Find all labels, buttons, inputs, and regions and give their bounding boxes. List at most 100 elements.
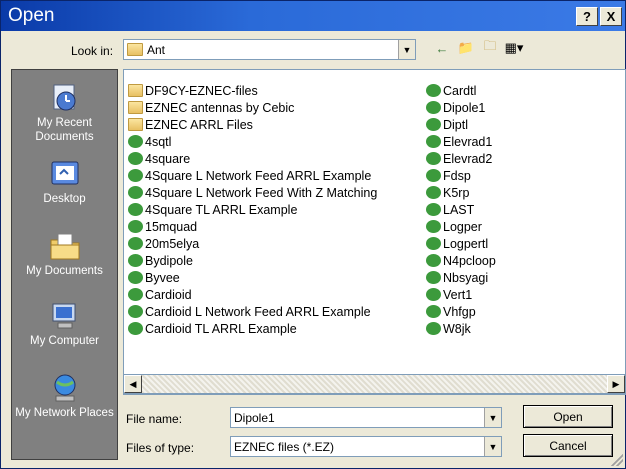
list-item[interactable]: Cardioid TL ARRL Example [128,320,377,337]
eznec-file-icon [128,254,143,267]
eznec-file-icon [426,237,441,250]
eznec-file-icon [128,322,143,335]
list-item[interactable]: Vert1 [426,286,496,303]
list-item[interactable]: EZNEC ARRL Files [128,116,377,133]
file-list[interactable]: DF9CY-EZNEC-files EZNEC antennas by Cebi… [123,69,626,395]
list-item[interactable]: LAST [426,201,496,218]
list-item[interactable]: Fdsp [426,167,496,184]
file-name: Elevrad2 [443,151,493,166]
file-name: K5rp [443,185,470,200]
list-item[interactable]: 4square [128,150,377,167]
file-name: Nbsyagi [443,270,489,285]
place-network-places[interactable]: My Network Places [12,372,117,420]
list-item[interactable]: Diptl [426,116,496,133]
file-column-1: DF9CY-EZNEC-files EZNEC antennas by Cebi… [128,82,377,337]
list-item[interactable]: Dipole1 [426,99,496,116]
folder-icon [128,84,143,97]
network-places-icon [54,374,75,402]
eznec-file-icon [128,152,143,165]
place-label: My Network Places [15,407,114,419]
views-menu-icon[interactable]: ▦▾ [505,39,524,57]
cancel-button[interactable]: Cancel [523,434,613,457]
chevron-down-icon[interactable]: ▼ [484,437,501,456]
list-item[interactable]: Nbsyagi [426,269,496,286]
list-item[interactable]: 4Square TL ARRL Example [128,201,377,218]
list-item[interactable]: 4Square L Network Feed ARRL Example [128,167,377,184]
file-name-input[interactable]: Dipole1 ▼ [230,407,502,428]
eznec-file-icon [426,288,441,301]
file-name: 4sqtl [145,134,172,149]
list-item[interactable]: 15mquad [128,218,377,235]
list-item[interactable]: Bydipole [128,252,377,269]
horizontal-scrollbar[interactable]: ◀ ▶ [123,374,626,394]
scroll-left-icon[interactable]: ◀ [124,375,142,393]
resize-grip-icon[interactable] [611,454,623,466]
file-name: 4Square L Network Feed ARRL Example [145,168,372,183]
place-recent-documents[interactable]: My Recent Documents [12,82,117,144]
file-name: Bydipole [145,253,193,268]
close-button[interactable]: X [600,7,622,26]
file-column-2: Cardtl Dipole1 Diptl Elevrad1 Elevrad2 F… [426,82,496,337]
file-name: EZNEC ARRL Files [145,117,253,132]
place-desktop[interactable]: Desktop [12,158,117,206]
list-item[interactable]: K5rp [426,184,496,201]
list-item[interactable]: W8jk [426,320,496,337]
list-item[interactable]: N4pcloop [426,252,496,269]
file-name: Cardioid [145,287,192,302]
list-item[interactable]: Elevrad2 [426,150,496,167]
list-item[interactable]: Cardtl [426,82,496,99]
file-name: DF9CY-EZNEC-files [145,83,258,98]
look-in-label: Look in: [71,44,114,58]
file-type-label: Files of type: [126,441,195,455]
desktop-icon [51,161,78,185]
eznec-file-icon [128,288,143,301]
help-button[interactable]: ? [576,7,598,26]
list-item[interactable]: Elevrad1 [426,133,496,150]
file-type-select[interactable]: EZNEC files (*.EZ) ▼ [230,436,502,457]
place-label: Desktop [43,193,86,205]
eznec-file-icon [426,101,441,114]
file-name: 4square [145,151,191,166]
eznec-file-icon [128,220,143,233]
list-item[interactable]: Cardioid [128,286,377,303]
eznec-file-icon [426,322,441,335]
place-my-computer[interactable]: My Computer [12,300,117,348]
file-name: 4Square TL ARRL Example [145,202,298,217]
list-item[interactable]: EZNEC antennas by Cebic [128,99,377,116]
file-name: 15mquad [145,219,198,234]
file-name: EZNEC antennas by Cebic [145,100,295,115]
my-computer-icon [52,303,75,329]
eznec-file-icon [128,135,143,148]
eznec-file-icon [426,271,441,284]
back-arrow-icon[interactable]: ← [433,39,451,57]
file-name: Cardioid L Network Feed ARRL Example [145,304,371,319]
file-name: 20m5elya [145,236,200,251]
scroll-right-icon[interactable]: ▶ [607,375,625,393]
eznec-file-icon [128,186,143,199]
list-item[interactable]: 20m5elya [128,235,377,252]
list-item[interactable]: Logpertl [426,235,496,252]
eznec-file-icon [426,305,441,318]
file-name: Elevrad1 [443,134,493,149]
file-name: W8jk [443,321,471,336]
list-item[interactable]: Logper [426,218,496,235]
list-item[interactable]: Byvee [128,269,377,286]
list-item[interactable]: DF9CY-EZNEC-files [128,82,377,99]
list-item[interactable]: 4sqtl [128,133,377,150]
title-bar[interactable]: Open ? X [1,1,625,31]
place-label: My Documents [26,265,103,277]
eznec-file-icon [426,169,441,182]
open-dialog: Open ? X Look in: Ant ▼ ← 📁 🗀 ▦▾ My Rece… [0,0,626,469]
new-folder-icon[interactable]: 🗀 [481,38,499,57]
look-in-combo[interactable]: Ant ▼ [123,39,416,60]
chevron-down-icon[interactable]: ▼ [398,40,415,59]
open-button[interactable]: Open [523,405,613,428]
list-item[interactable]: 4Square L Network Feed With Z Matching [128,184,377,201]
place-my-documents[interactable]: My Documents [12,230,117,278]
chevron-down-icon[interactable]: ▼ [484,408,501,427]
up-folder-icon[interactable]: 📁 [457,39,475,57]
list-item[interactable]: Cardioid L Network Feed ARRL Example [128,303,377,320]
scroll-track[interactable] [142,375,607,393]
list-item[interactable]: Vhfgp [426,303,496,320]
look-in-value: Ant [147,42,166,57]
